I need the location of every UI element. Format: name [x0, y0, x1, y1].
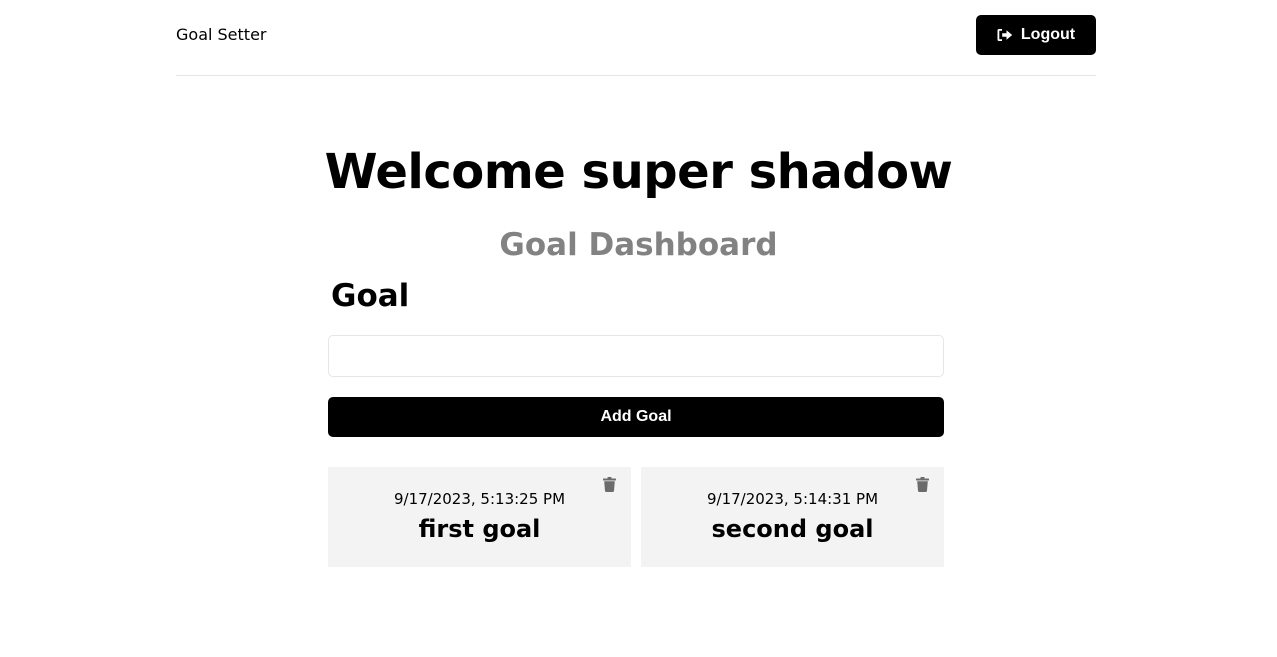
welcome-heading: Welcome super shadow [324, 144, 953, 200]
goal-text: second goal [711, 515, 874, 543]
trash-icon [915, 477, 929, 495]
brand-link[interactable]: Goal Setter [176, 25, 267, 45]
sign-out-icon [997, 28, 1013, 42]
goal-input[interactable] [328, 335, 944, 377]
header: Goal Setter Logout [176, 0, 1096, 76]
goal-date: 9/17/2023, 5:13:25 PM [393, 490, 566, 508]
goal-text: first goal [418, 515, 541, 543]
goals-list: 9/17/2023, 5:13:25 PM first goal 9/17/20… [328, 467, 944, 567]
delete-goal-button[interactable] [914, 477, 930, 495]
goal-card: 9/17/2023, 5:13:25 PM first goal [328, 467, 631, 567]
trash-icon [602, 477, 616, 495]
add-goal-button[interactable]: Add Goal [328, 397, 944, 437]
logout-label: Logout [1020, 26, 1076, 43]
goal-date: 9/17/2023, 5:14:31 PM [706, 490, 879, 508]
goal-card: 9/17/2023, 5:14:31 PM second goal [641, 467, 944, 567]
dashboard-title: Goal Dashboard [499, 227, 778, 263]
logout-button[interactable]: Logout [976, 15, 1096, 55]
goal-field-label: Goal [331, 278, 410, 314]
delete-goal-button[interactable] [601, 477, 617, 495]
